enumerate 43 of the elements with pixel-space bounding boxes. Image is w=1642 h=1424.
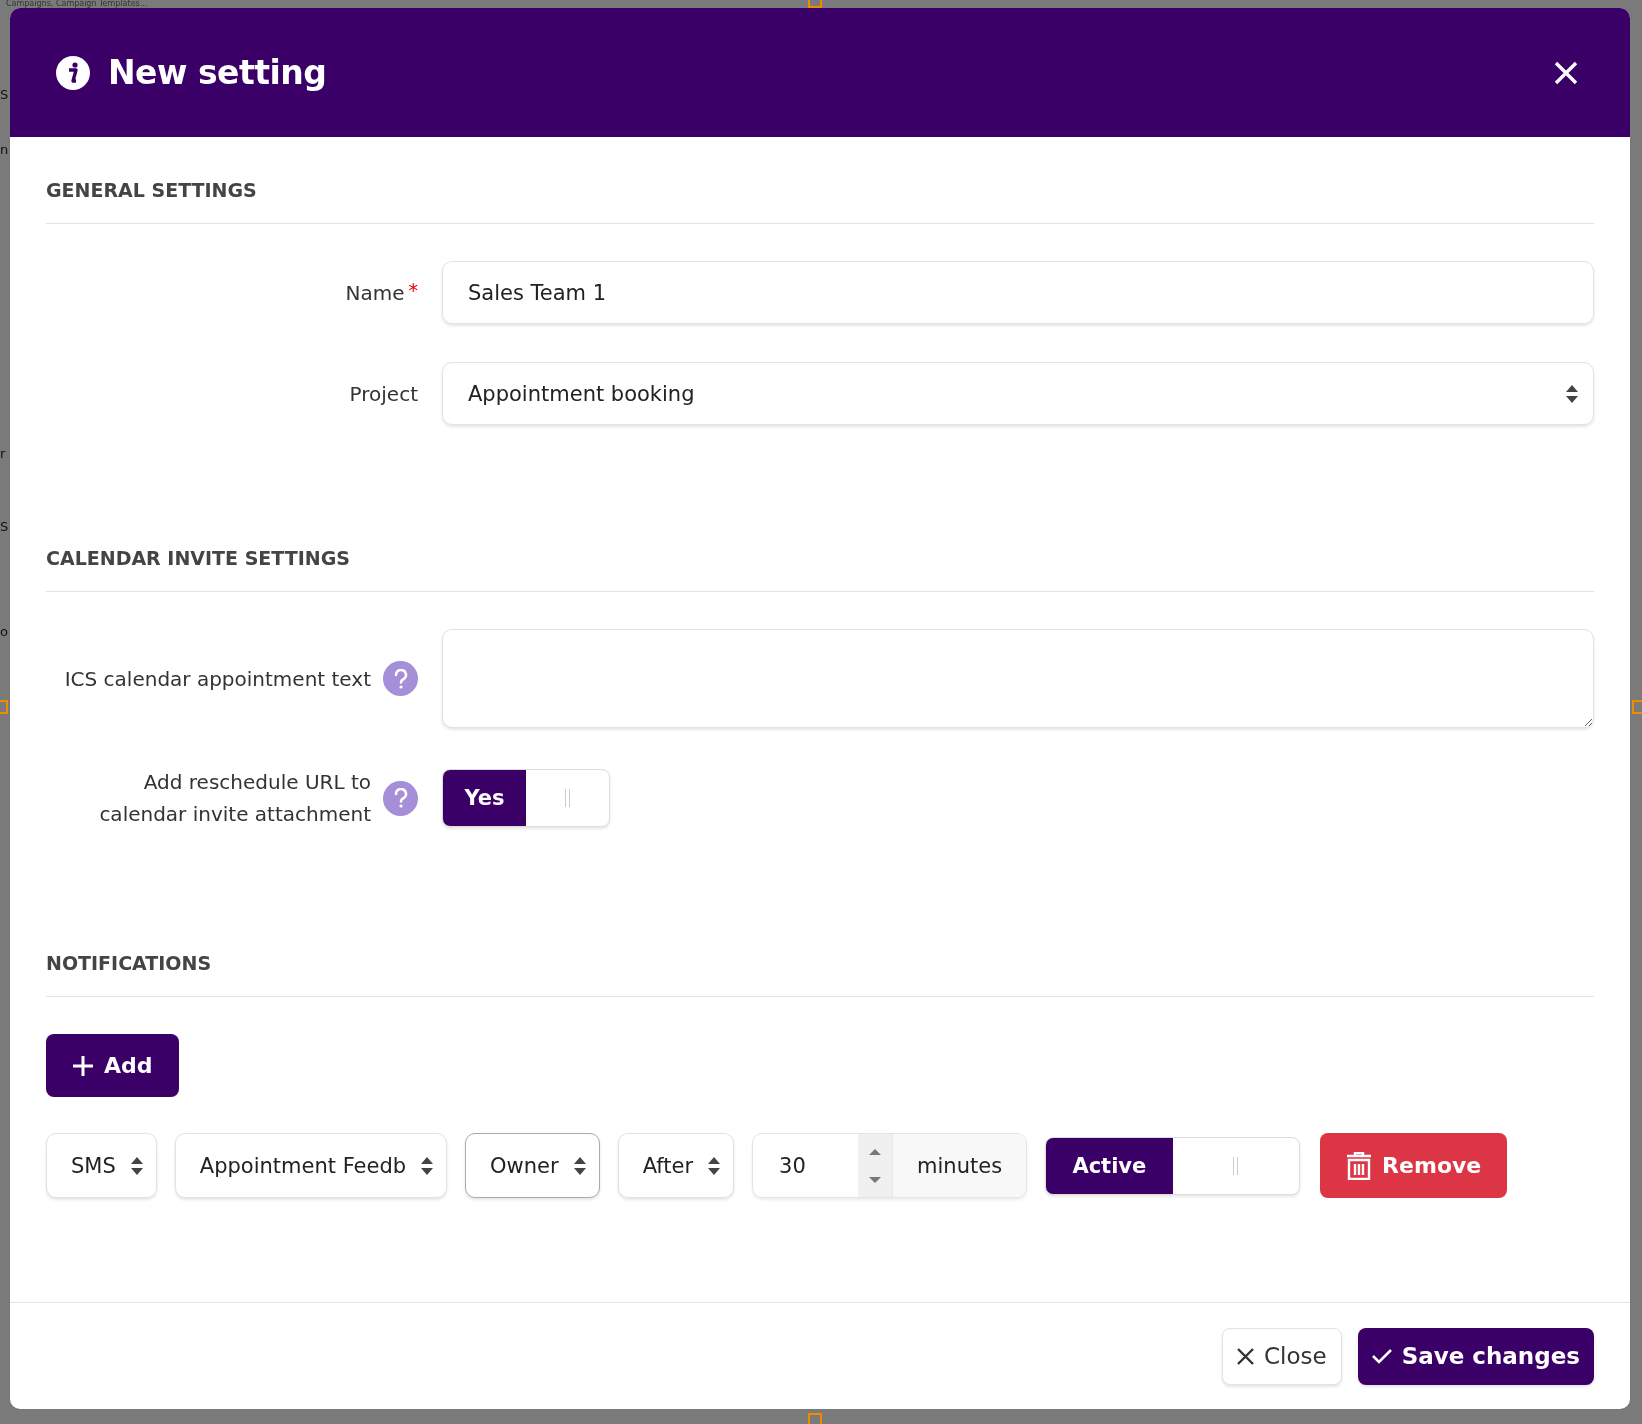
check-icon [1371, 1348, 1392, 1364]
timing-select[interactable]: After [617, 1133, 735, 1198]
field-label: Name [345, 279, 405, 307]
background-text: S [0, 88, 9, 102]
field-label: ICS calendar appointment text [64, 665, 371, 693]
help-icon[interactable] [383, 661, 418, 696]
channel-select[interactable]: SMS [46, 1133, 157, 1198]
selection-handle[interactable] [1632, 700, 1642, 714]
background-text: r [0, 447, 6, 461]
template-select[interactable]: Appointment Feedb [174, 1133, 448, 1198]
sort-icon [707, 1155, 722, 1176]
sort-icon [572, 1155, 587, 1176]
toggle-switch[interactable]: Yes [442, 769, 610, 827]
help-icon[interactable] [383, 780, 418, 816]
sort-icon [129, 1155, 144, 1176]
active-toggle[interactable]: Active [1045, 1136, 1301, 1195]
section-title: CALENDAR INVITE SETTINGS [46, 547, 1594, 592]
section-title: NOTIFICATIONS [46, 952, 1594, 997]
close-icon [1237, 1347, 1254, 1365]
background-text: S [0, 520, 9, 534]
close-button[interactable]: Close [1222, 1327, 1342, 1385]
dialog-title: New setting [108, 53, 328, 92]
text-area[interactable] [442, 629, 1594, 728]
trash-icon [1346, 1151, 1373, 1180]
selection-handle[interactable] [808, 1413, 822, 1424]
recipient-select[interactable]: Owner [465, 1133, 600, 1198]
number-input[interactable]: 30 minutes [752, 1133, 1028, 1198]
project-select[interactable]: Appointment booking [442, 362, 1594, 425]
field-label: Add reschedule URL to calendar invite attachment [98, 769, 371, 828]
field-label: Project [349, 380, 418, 408]
info-icon [56, 55, 90, 90]
sort-icon [1565, 383, 1579, 404]
section-title: GENERAL SETTINGS [46, 179, 1594, 224]
save-button[interactable]: Save changes [1357, 1327, 1594, 1385]
background-text: o [0, 625, 8, 639]
sort-icon [420, 1155, 435, 1176]
add-button[interactable]: Add [46, 1034, 179, 1097]
plus-icon [72, 1054, 94, 1077]
required-mark: * [408, 278, 418, 301]
remove-button[interactable]: Remove [1320, 1133, 1508, 1198]
background-text: Campaigns, Campaign Templates... [6, 0, 148, 8]
background-text: n [0, 143, 9, 157]
name-input[interactable]: Sales Team 1 [442, 261, 1594, 324]
